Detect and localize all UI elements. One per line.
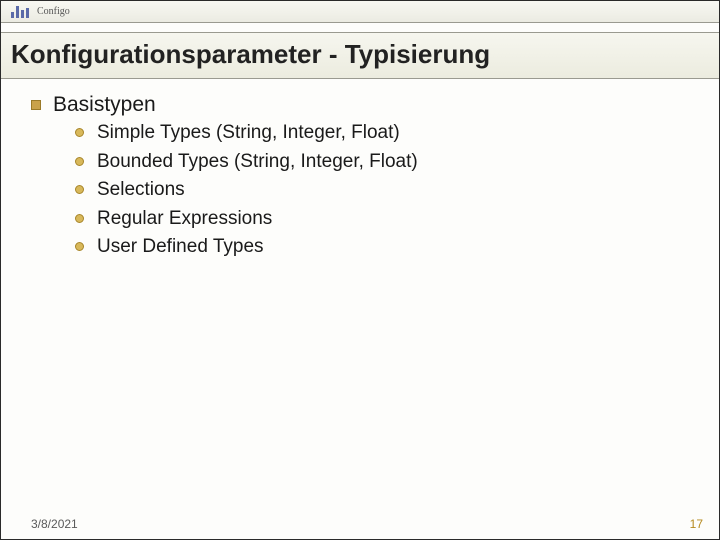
list-item-label: Bounded Types (String, Integer, Float) bbox=[97, 151, 418, 172]
list-item-label: Selections bbox=[97, 179, 185, 200]
title-bar: Konfigurationsparameter - Typisierung bbox=[1, 33, 719, 79]
list-item-label: Simple Types (String, Integer, Float) bbox=[97, 122, 400, 143]
list-item: Bounded Types (String, Integer, Float) bbox=[75, 148, 701, 177]
list-item: Selections bbox=[75, 176, 701, 205]
list-item: User Defined Types bbox=[75, 233, 701, 262]
header-bar: Configo bbox=[1, 1, 719, 23]
footer: 3/8/2021 17 bbox=[1, 513, 719, 539]
list-item: Simple Types (String, Integer, Float) bbox=[75, 119, 701, 148]
header-separator bbox=[1, 23, 719, 33]
logo-icon bbox=[11, 4, 29, 18]
slide-body: Basistypen Simple Types (String, Integer… bbox=[1, 79, 719, 513]
list-item-label: Regular Expressions bbox=[97, 208, 272, 229]
list-item-label: Basistypen bbox=[53, 93, 156, 116]
slide-title: Konfigurationsparameter - Typisierung bbox=[11, 39, 709, 70]
slide: Configo Konfigurationsparameter - Typisi… bbox=[0, 0, 720, 540]
list-item-label: User Defined Types bbox=[97, 236, 264, 257]
footer-page-number: 17 bbox=[690, 517, 703, 531]
footer-date: 3/8/2021 bbox=[31, 517, 78, 531]
list-item: Basistypen Simple Types (String, Integer… bbox=[31, 93, 701, 262]
list-item: Regular Expressions bbox=[75, 205, 701, 234]
brand-label: Configo bbox=[37, 6, 70, 17]
